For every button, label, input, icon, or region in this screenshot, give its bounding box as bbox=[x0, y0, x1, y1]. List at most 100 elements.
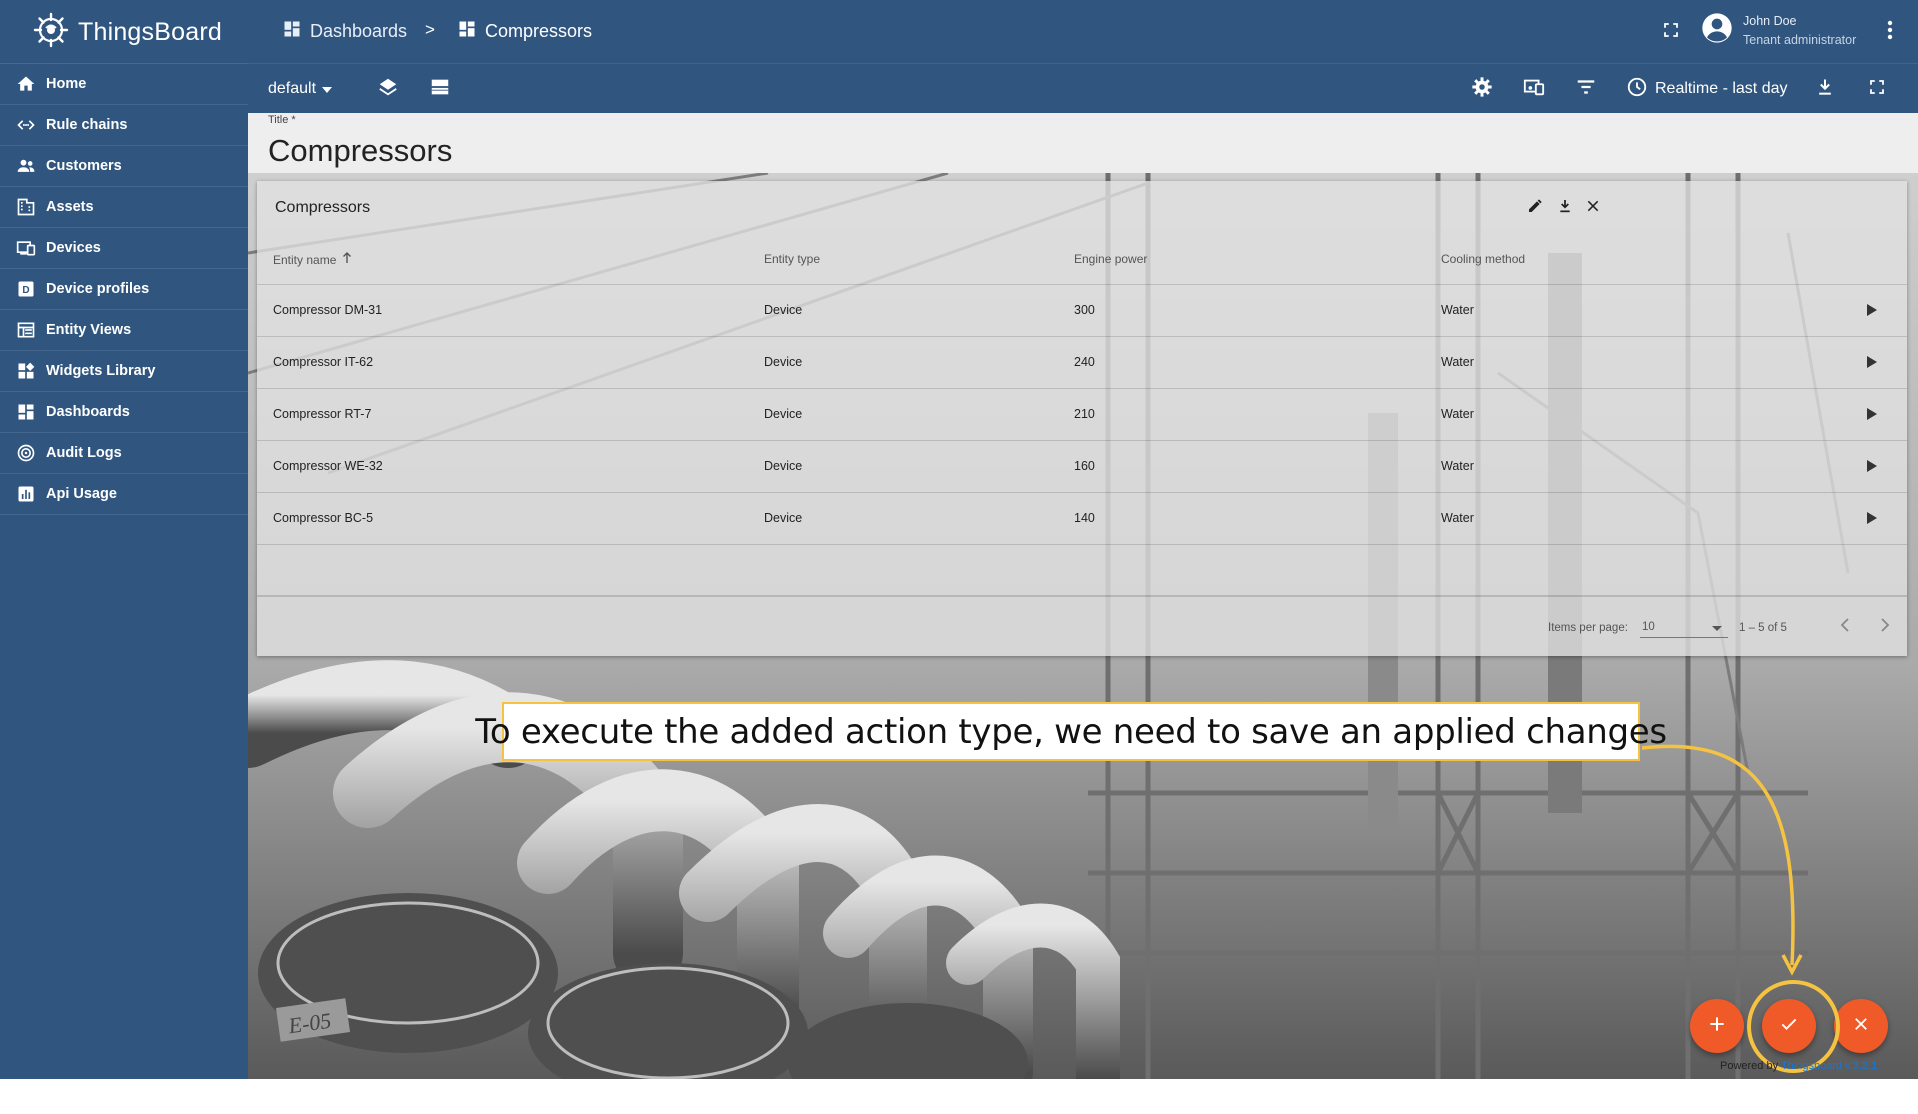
sidebar-item-label: Customers bbox=[46, 158, 122, 174]
tutorial-tooltip: To execute the added action type, we nee… bbox=[475, 702, 1667, 761]
sidebar-item-audit-logs[interactable]: Audit Logs bbox=[0, 433, 248, 474]
sidebar: ThingsBoard Home Rule chains Customers A… bbox=[0, 0, 248, 1079]
cell-entity-name: Compressor WE-32 bbox=[273, 459, 383, 473]
fullscreen-icon bbox=[1868, 78, 1886, 101]
device-profiles-icon: D bbox=[14, 277, 38, 301]
sidebar-item-label: Entity Views bbox=[46, 322, 132, 338]
table-footer-divider bbox=[257, 596, 1907, 597]
play-arrow-icon[interactable] bbox=[1863, 457, 1881, 475]
previous-page-button[interactable] bbox=[1832, 614, 1858, 640]
sidebar-item-label: Devices bbox=[46, 240, 101, 256]
clock-icon bbox=[1626, 76, 1648, 103]
pagination-range: 1 – 5 of 5 bbox=[1739, 622, 1787, 634]
next-page-button[interactable] bbox=[1872, 614, 1898, 640]
items-per-page-value: 10 bbox=[1642, 621, 1655, 633]
settings-button[interactable] bbox=[1462, 64, 1502, 114]
play-arrow-icon[interactable] bbox=[1863, 301, 1881, 319]
table-row[interactable]: Compressor WE-32 Device 160 Water bbox=[257, 440, 1907, 492]
widget-title: Compressors bbox=[275, 199, 371, 216]
layers-icon bbox=[377, 76, 399, 103]
cell-engine-power: 300 bbox=[1074, 303, 1095, 317]
play-arrow-icon[interactable] bbox=[1863, 353, 1881, 371]
dashboards-icon bbox=[282, 19, 302, 44]
decline-changes-button[interactable] bbox=[1834, 999, 1888, 1053]
play-arrow-icon[interactable] bbox=[1863, 405, 1881, 423]
items-per-page-select[interactable]: 10 bbox=[1640, 618, 1728, 638]
manage-states-button[interactable] bbox=[420, 64, 460, 114]
play-arrow-icon[interactable] bbox=[1863, 509, 1881, 527]
avatar[interactable] bbox=[1700, 12, 1734, 49]
sidebar-item-device-profiles[interactable]: D Device profiles bbox=[0, 269, 248, 310]
assets-icon bbox=[14, 195, 38, 219]
top-bar: Dashboards > Compressors bbox=[248, 0, 1918, 63]
breadcrumb-dashboards[interactable]: Dashboards bbox=[282, 19, 407, 44]
cell-entity-type: Device bbox=[764, 459, 803, 473]
timewindow-button[interactable]: Realtime - last day bbox=[1626, 64, 1788, 114]
thingsboard-version-link[interactable]: Thingsboard v.3.2.1 bbox=[1781, 1060, 1877, 1072]
state-select-value: default bbox=[268, 80, 317, 97]
table-body: Compressor DM-31 Device 300 Water Compre… bbox=[257, 284, 1907, 596]
close-icon bbox=[1852, 1015, 1870, 1038]
sidebar-item-widgets-library[interactable]: Widgets Library bbox=[0, 351, 248, 392]
logo[interactable]: ThingsBoard bbox=[32, 10, 222, 54]
sidebar-item-dashboards[interactable]: Dashboards bbox=[0, 392, 248, 433]
sidebar-item-label: Device profiles bbox=[46, 281, 150, 297]
add-widget-button[interactable] bbox=[1690, 999, 1744, 1053]
sidebar-item-label: Rule chains bbox=[46, 117, 128, 133]
state-select[interactable]: default bbox=[268, 64, 333, 114]
entities-table-widget: Compressors Entity name Entity type Engi… bbox=[257, 181, 1907, 656]
rule-chains-icon bbox=[14, 113, 38, 137]
chevron-left-icon bbox=[1840, 617, 1850, 637]
sidebar-item-label: Home bbox=[46, 76, 87, 92]
app-window: ThingsBoard Home Rule chains Customers A… bbox=[0, 0, 1918, 1114]
arrow-up-icon bbox=[342, 252, 352, 267]
close-icon bbox=[1586, 199, 1600, 218]
edit-widget-button[interactable] bbox=[1522, 195, 1548, 221]
audit-logs-icon bbox=[14, 441, 38, 465]
svg-text:D: D bbox=[22, 285, 29, 296]
account-circle-icon bbox=[1701, 12, 1733, 49]
remove-widget-button[interactable] bbox=[1580, 195, 1606, 221]
filters-button[interactable] bbox=[1566, 64, 1606, 114]
devices-other-icon bbox=[1522, 76, 1546, 103]
table-row[interactable]: Compressor IT-62 Device 240 Water bbox=[257, 336, 1907, 388]
devices-icon bbox=[14, 236, 38, 260]
sidebar-item-label: Audit Logs bbox=[46, 445, 122, 461]
export-widget-button[interactable] bbox=[1552, 195, 1578, 221]
cell-entity-name: Compressor RT-7 bbox=[273, 407, 372, 421]
column-header-entity-name[interactable]: Entity name bbox=[273, 252, 352, 267]
export-button[interactable] bbox=[1805, 64, 1845, 114]
sidebar-item-label: Widgets Library bbox=[46, 363, 156, 379]
sidebar-item-rule-chains[interactable]: Rule chains bbox=[0, 105, 248, 146]
cell-entity-type: Device bbox=[764, 355, 803, 369]
expand-button[interactable] bbox=[1857, 64, 1897, 114]
more-menu-button[interactable] bbox=[1878, 19, 1902, 45]
column-header-entity-type[interactable]: Entity type bbox=[764, 252, 820, 266]
column-header-cooling-method[interactable]: Cooling method bbox=[1441, 252, 1525, 266]
dashboard-toolbar: default Realtime - last day bbox=[248, 63, 1918, 113]
manage-layouts-button[interactable] bbox=[368, 64, 408, 114]
sidebar-item-entity-views[interactable]: Entity Views bbox=[0, 310, 248, 351]
dashboard-title-field[interactable]: Title * Compressors bbox=[248, 113, 1918, 173]
home-icon bbox=[14, 72, 38, 96]
sidebar-item-home[interactable]: Home bbox=[0, 64, 248, 105]
cell-cooling-method: Water bbox=[1441, 355, 1474, 369]
sidebar-item-assets[interactable]: Assets bbox=[0, 187, 248, 228]
dashboards-icon bbox=[14, 400, 38, 424]
table-row[interactable]: Compressor RT-7 Device 210 Water bbox=[257, 388, 1907, 440]
title-field-value[interactable]: Compressors bbox=[268, 133, 452, 169]
table-row[interactable]: Compressor DM-31 Device 300 Water bbox=[257, 284, 1907, 336]
aliases-button[interactable] bbox=[1514, 64, 1554, 114]
arrow-drop-down-icon bbox=[322, 80, 333, 98]
gear-icon bbox=[1471, 76, 1493, 103]
table-row[interactable]: Compressor BC-5 Device 140 Water bbox=[257, 492, 1907, 544]
fullscreen-button[interactable] bbox=[1658, 19, 1684, 45]
column-header-engine-power[interactable]: Engine power bbox=[1074, 252, 1147, 266]
sidebar-item-devices[interactable]: Devices bbox=[0, 228, 248, 269]
cell-entity-name: Compressor DM-31 bbox=[273, 303, 383, 317]
sidebar-item-customers[interactable]: Customers bbox=[0, 146, 248, 187]
powered-by: Powered by Thingsboard v.3.2.1 bbox=[1720, 1060, 1878, 1072]
sidebar-item-api-usage[interactable]: Api Usage bbox=[0, 474, 248, 515]
widgets-library-icon bbox=[14, 359, 38, 383]
sidebar-item-label: Dashboards bbox=[46, 404, 130, 420]
